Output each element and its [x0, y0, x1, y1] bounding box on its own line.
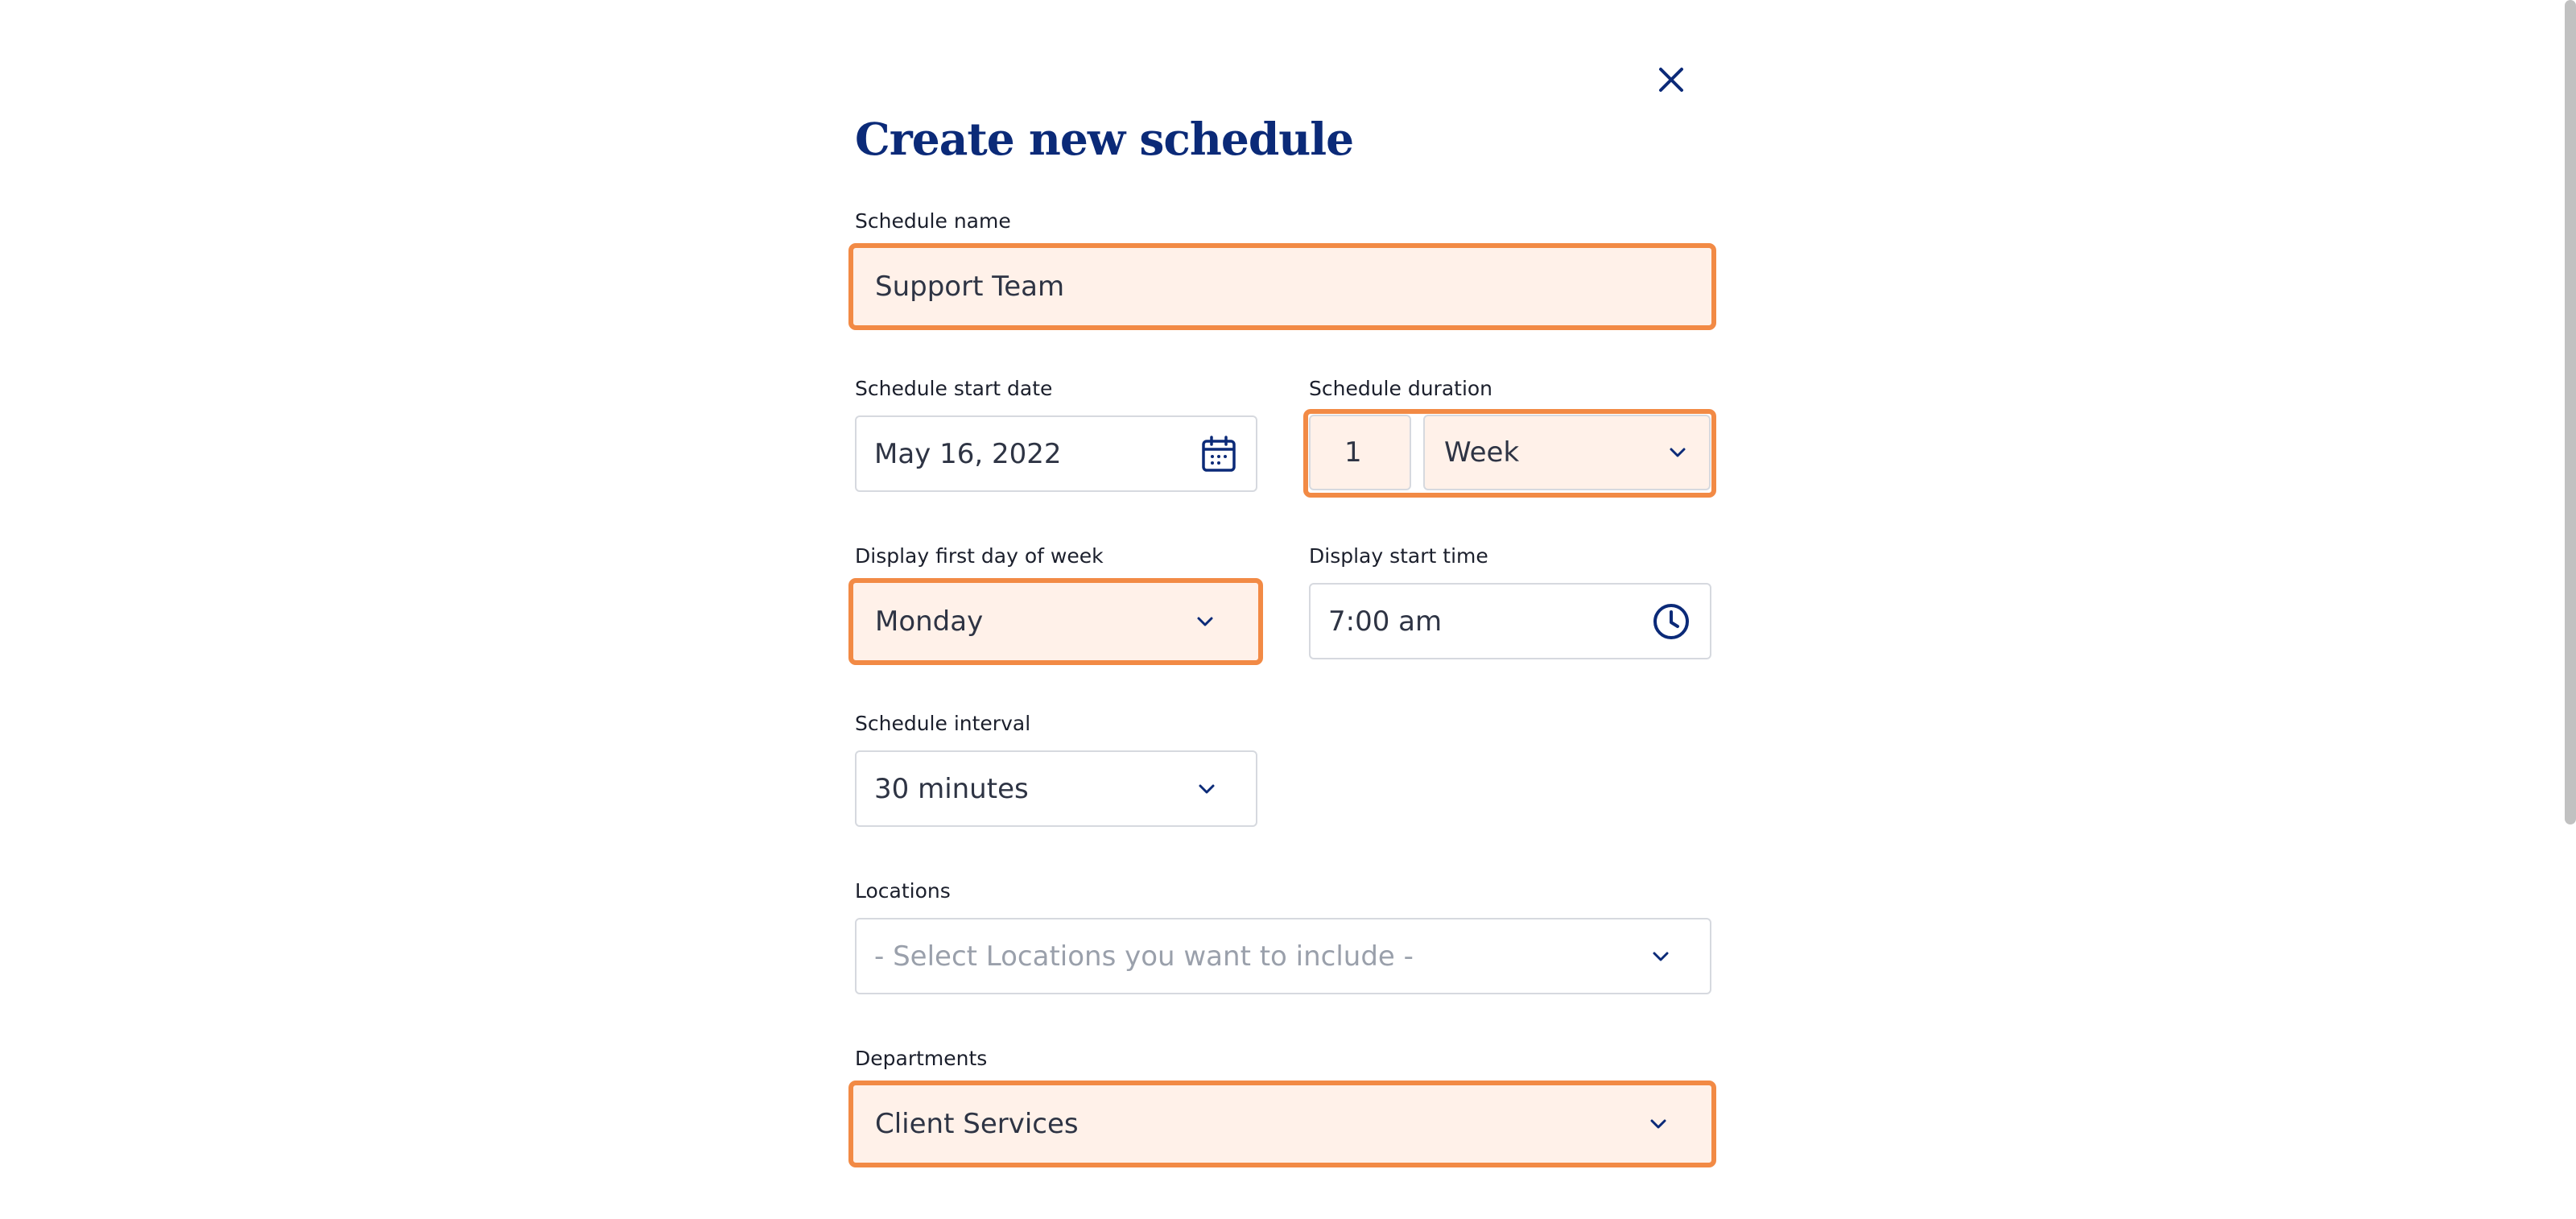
locations-label: Locations: [855, 879, 951, 903]
start-time-input[interactable]: 7:00 am: [1309, 583, 1711, 659]
create-schedule-page: Create new schedule Schedule name Suppor…: [0, 0, 2576, 1219]
chevron-down-icon: [1670, 448, 1686, 457]
dialog-title: Create new schedule: [855, 113, 1354, 165]
start-time-label: Display start time: [1309, 544, 1488, 568]
locations-select[interactable]: - Select Locations you want to include -: [855, 918, 1711, 994]
schedule-name-input[interactable]: Support Team: [848, 243, 1716, 330]
close-button[interactable]: [1649, 58, 1693, 101]
interval-select[interactable]: 30 minutes: [855, 750, 1257, 827]
interval-label: Schedule interval: [855, 712, 1031, 735]
start-date-value: May 16, 2022: [874, 437, 1062, 470]
chevron-down-icon: [1199, 784, 1215, 793]
departments-value: Client Services: [875, 1108, 1079, 1140]
first-day-value: Monday: [875, 605, 984, 638]
schedule-name-label: Schedule name: [855, 209, 1011, 233]
interval-value: 30 minutes: [874, 772, 1029, 805]
clock-icon[interactable]: [1652, 602, 1690, 641]
chevron-down-icon: [1650, 1119, 1666, 1129]
start-date-label: Schedule start date: [855, 377, 1053, 400]
chevron-down-icon: [1197, 617, 1213, 626]
start-date-input[interactable]: May 16, 2022: [855, 415, 1257, 492]
duration-unit-select[interactable]: Week: [1423, 415, 1711, 490]
duration-label: Schedule duration: [1309, 377, 1493, 400]
duration-number-value: 1: [1344, 436, 1362, 469]
duration-number-input[interactable]: 1: [1309, 415, 1411, 490]
chevron-down-icon: [1653, 952, 1669, 961]
page-scrollbar[interactable]: [2565, 0, 2576, 824]
first-day-select[interactable]: Monday: [848, 578, 1263, 665]
first-day-label: Display first day of week: [855, 544, 1104, 568]
schedule-name-value: Support Team: [875, 271, 1065, 303]
calendar-icon[interactable]: [1201, 435, 1236, 473]
departments-label: Departments: [855, 1047, 988, 1070]
departments-select[interactable]: Client Services: [848, 1081, 1716, 1167]
locations-placeholder: - Select Locations you want to include -: [874, 940, 1414, 973]
close-icon: [1659, 68, 1683, 92]
duration-unit-value: Week: [1444, 436, 1520, 469]
start-time-value: 7:00 am: [1328, 605, 1443, 638]
